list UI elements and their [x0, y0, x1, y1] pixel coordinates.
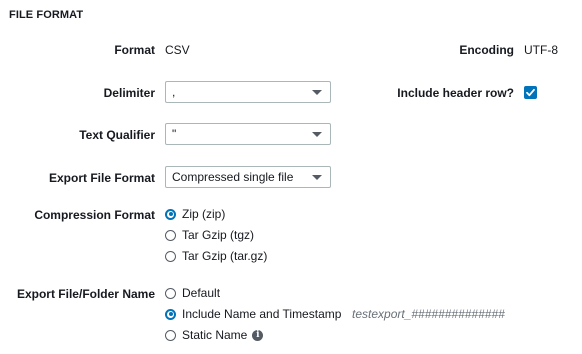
- export-name-label: Export File/Folder Name: [16, 287, 155, 301]
- delimiter-selected-value: ,: [172, 85, 176, 99]
- chevron-down-icon: [312, 175, 322, 180]
- delimiter-select[interactable]: ,: [165, 81, 331, 103]
- export-name-option-label: Include Name and Timestamp: [182, 307, 342, 321]
- compression-option-label: Tar Gzip (tgz): [182, 228, 255, 242]
- radio-checked-icon[interactable]: [165, 208, 176, 220]
- compression-format-label: Compression Format: [34, 208, 155, 222]
- info-icon[interactable]: i: [252, 329, 264, 341]
- compression-option-label: Tar Gzip (tar.gz): [182, 249, 268, 263]
- export-file-format-selected-value: Compressed single file: [172, 170, 294, 184]
- radio-unchecked-icon[interactable]: [165, 250, 176, 262]
- include-header-checkbox[interactable]: [524, 86, 537, 99]
- compression-option-label: Zip (zip): [182, 207, 226, 221]
- radio-checked-icon[interactable]: [165, 308, 176, 320]
- compression-option-tgz[interactable]: Tar Gzip (tgz): [165, 227, 254, 243]
- chevron-down-icon: [312, 132, 322, 137]
- export-name-option-timestamp[interactable]: Include Name and Timestamp: [165, 306, 341, 322]
- compression-option-targz[interactable]: Tar Gzip (tar.gz): [165, 248, 267, 264]
- encoding-label: Encoding: [459, 43, 514, 57]
- delimiter-label: Delimiter: [103, 86, 155, 100]
- export-name-option-static[interactable]: Static Name i: [165, 327, 264, 343]
- radio-unchecked-icon[interactable]: [165, 329, 176, 341]
- export-file-format-label: Export File Format: [48, 171, 155, 185]
- format-value: CSV: [165, 43, 190, 57]
- compression-option-zip[interactable]: Zip (zip): [165, 206, 225, 222]
- radio-unchecked-icon[interactable]: [165, 287, 176, 299]
- checkmark-icon: [526, 88, 535, 97]
- export-file-format-select[interactable]: Compressed single file: [165, 166, 331, 188]
- text-qualifier-label: Text Qualifier: [79, 128, 155, 142]
- chevron-down-icon: [312, 90, 322, 95]
- radio-unchecked-icon[interactable]: [165, 229, 176, 241]
- timestamp-example-hint: testexport_##############: [352, 307, 505, 321]
- text-qualifier-select[interactable]: ": [165, 123, 331, 145]
- text-qualifier-selected-value: ": [172, 127, 177, 141]
- export-name-option-label: Static Name: [182, 328, 248, 342]
- include-header-label: Include header row?: [397, 86, 514, 100]
- export-name-option-label: Default: [182, 286, 221, 300]
- export-name-option-default[interactable]: Default: [165, 285, 220, 301]
- section-title: FILE FORMAT: [9, 9, 84, 21]
- format-label: Format: [114, 43, 155, 57]
- encoding-value: UTF-8: [524, 43, 558, 57]
